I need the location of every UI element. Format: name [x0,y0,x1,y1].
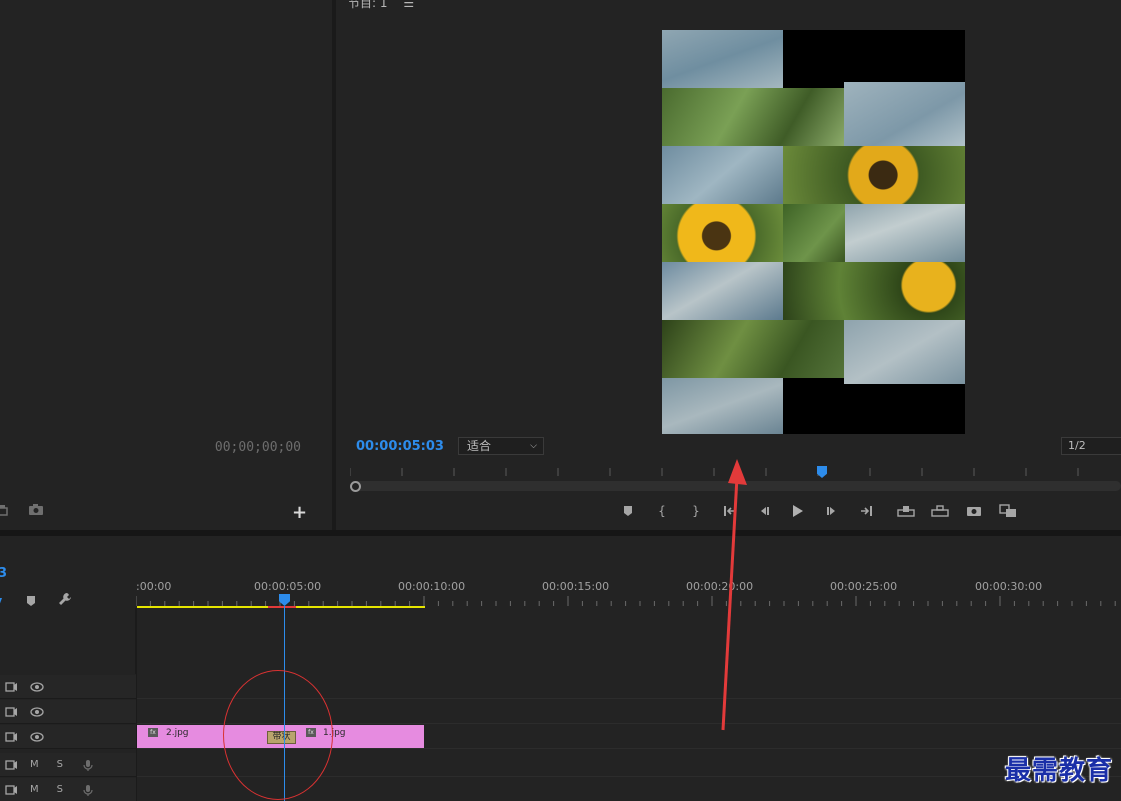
track-header-audio: M S [0,753,136,777]
track-header-spacer [0,608,136,674]
fit-zoom-value: 适合 [467,439,492,453]
export-frame-icon[interactable] [0,503,10,520]
video-tile [662,146,783,204]
timeline-timecode[interactable]: 3 [0,566,7,581]
eye-icon[interactable] [30,730,44,744]
add-button[interactable]: + [292,502,307,523]
tick-label: 00:00:05:00 [254,580,322,593]
video-tile [662,378,783,434]
video-tile [662,262,783,320]
fx-badge: fx [148,728,158,737]
program-timecode[interactable]: 00:00:05:03 [356,439,444,454]
video-tile [662,204,783,262]
camera-icon[interactable] [28,503,44,520]
timeline-panel: 3 :00:00 00:00:05:00 00:00:10:00 00:00:1… [0,536,1121,801]
video-tile [783,262,965,320]
play-icon[interactable] [786,501,810,521]
track-header-video [0,725,136,749]
eye-icon[interactable] [30,680,44,694]
go-to-out-icon[interactable] [854,501,878,521]
panel-menu-icon[interactable]: ☰ [403,0,414,10]
playback-resolution-value: 1/2 [1068,439,1086,452]
track-output-icon[interactable] [4,758,18,772]
clip-name: 2.jpg [166,728,189,738]
tick-label: 00:00:10:00 [398,580,466,593]
annotation-circle [223,670,333,800]
track-header-audio: M S [0,778,136,801]
export-frame-icon[interactable] [962,501,986,521]
track-header-video [0,675,136,699]
compare-icon[interactable] [996,501,1020,521]
step-forward-icon[interactable] [820,501,844,521]
insert-icon[interactable] [894,501,918,521]
program-title-prefix: 节目: [348,0,377,10]
tick-label: 00:00:15:00 [542,580,610,593]
track-output-icon[interactable] [4,730,18,744]
fit-zoom-select[interactable]: 适合 ⌵ [458,437,544,455]
video-tile [844,320,965,384]
microphone-icon[interactable] [81,783,95,797]
mute-button[interactable]: M [30,759,39,770]
timeline-tick-labels: :00:00 00:00:05:00 00:00:10:00 00:00:15:… [136,580,1121,594]
track-output-icon[interactable] [4,680,18,694]
watermark-logo: 最需教育 [1004,756,1113,786]
microphone-icon[interactable] [81,758,95,772]
video-tile [845,204,965,262]
video-tile [783,384,965,434]
tick-label: :00:00 [136,580,172,593]
program-monitor-panel: 节目: 1 ☰ 00:00:05:03 适合 ⌵ 1/2 {} [336,0,1121,530]
source-timecode[interactable]: 00;00;00;00 [215,440,301,455]
video-tile [662,30,783,88]
track-output-icon[interactable] [4,705,18,719]
premiere-workspace: 00;00;00;00 + 节目: 1 ☰ 00:00:05:03 适合 ⌵ 1… [0,0,1121,801]
track-header-video [0,700,136,724]
tick-label: 00:00:30:00 [975,580,1043,593]
program-title-sequence: 1 [379,0,388,10]
chevron-down-icon: ⌵ [530,441,537,451]
video-tile [783,204,845,262]
transport-controls: { } [616,500,1046,522]
track-output-icon[interactable] [4,783,18,797]
program-panel-title[interactable]: 节目: 1 ☰ [348,0,414,11]
timeline-header-controls: 3 [0,536,136,608]
video-tile [783,30,965,82]
render-bar-red [268,606,296,608]
solo-button[interactable]: S [57,784,63,795]
playback-resolution-select[interactable]: 1/2 [1061,437,1121,455]
program-video-frame [662,30,965,434]
mute-button[interactable]: M [30,784,39,795]
program-scrollbar-handle[interactable] [350,481,361,492]
video-tile [662,320,844,378]
video-tile [844,82,965,146]
solo-button[interactable]: S [57,759,63,770]
tick-label: 00:00:25:00 [830,580,898,593]
marker-icon[interactable] [616,501,640,521]
video-tile [783,146,965,204]
overwrite-icon[interactable] [928,501,952,521]
source-monitor-panel: 00;00;00;00 + [0,0,332,530]
annotation-arrow [721,459,747,731]
video-tile [662,88,844,146]
mark-in-icon[interactable]: { [650,501,674,521]
eye-icon[interactable] [30,705,44,719]
